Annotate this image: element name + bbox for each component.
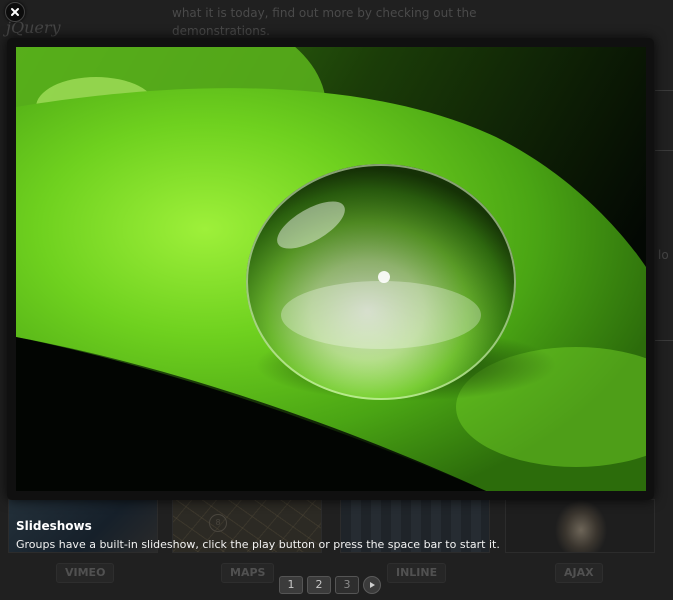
play-arrow-icon: [370, 582, 375, 588]
lightbox-caption: Slideshows Groups have a built-in slides…: [0, 510, 673, 566]
page-button-2[interactable]: 2: [307, 576, 331, 594]
label-ajax[interactable]: AJAX: [555, 563, 603, 583]
caption-description: Groups have a built-in slideshow, click …: [16, 538, 500, 551]
divider: [655, 150, 673, 151]
close-icon: [11, 8, 19, 16]
intro-text: what it is today, find out more by check…: [172, 6, 477, 38]
page-button-3[interactable]: 3: [335, 576, 359, 594]
pagination: 1 2 3: [279, 576, 381, 594]
side-text-fragment: lo: [658, 248, 669, 262]
label-vimeo[interactable]: VIMEO: [56, 563, 115, 583]
page-button-1[interactable]: 1: [279, 576, 303, 594]
lightbox-image[interactable]: [16, 47, 646, 491]
divider: [655, 90, 673, 91]
divider: [655, 340, 673, 341]
label-maps[interactable]: MAPS: [221, 563, 275, 583]
caption-title: Slideshows: [16, 519, 92, 533]
label-inline[interactable]: INLINE: [387, 563, 447, 583]
close-button[interactable]: [5, 2, 25, 22]
water-droplet-leaf-image: [16, 47, 646, 491]
lightbox-frame: [7, 38, 654, 500]
next-page-button[interactable]: [363, 576, 381, 594]
